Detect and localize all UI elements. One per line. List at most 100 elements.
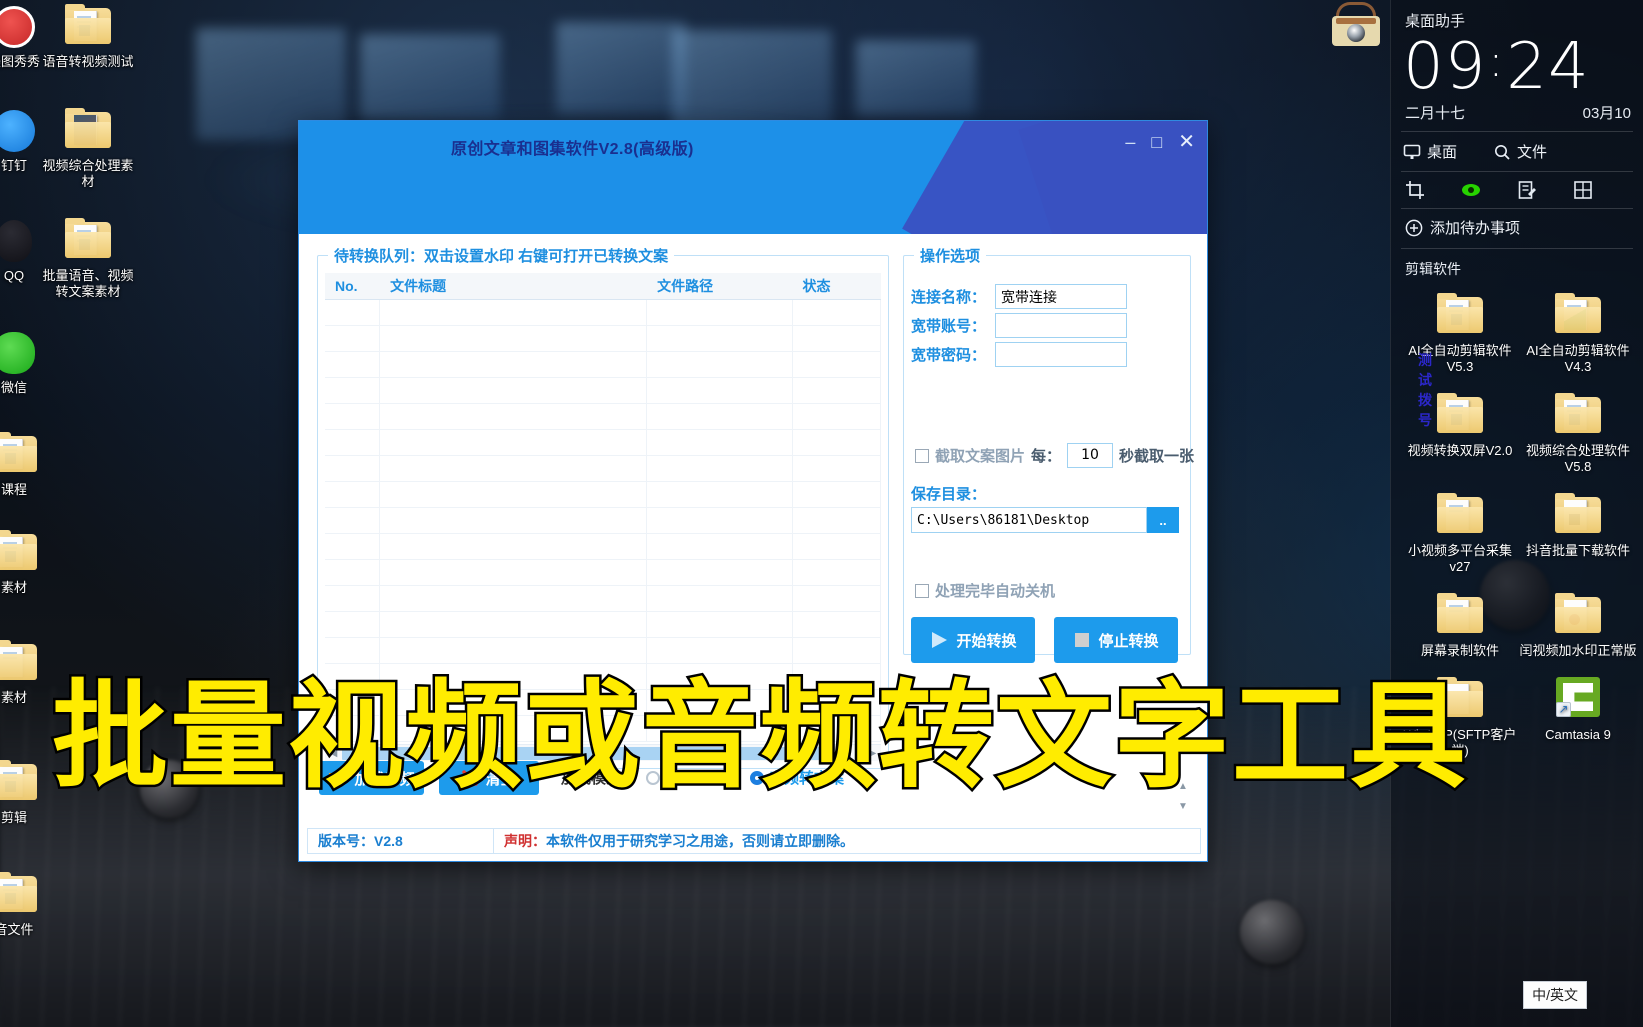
assistant-tools (1391, 172, 1643, 208)
desktop-icon-label: 音文件 (0, 922, 34, 937)
desktop-icon-audio-files[interactable]: 音文件 (0, 872, 62, 938)
table-row[interactable] (325, 430, 881, 456)
table-row[interactable] (325, 586, 881, 612)
video-caption-overlay: 批量视频或音频转文字工具 (50, 669, 1469, 804)
eye-icon[interactable] (1461, 180, 1481, 200)
table-row[interactable] (325, 612, 881, 638)
maximize-button[interactable]: □ (1151, 133, 1162, 151)
desktop-icon-label: 素材 (0, 580, 27, 595)
assistant-quick-links: 桌面 文件 (1391, 132, 1643, 171)
table-row[interactable] (325, 560, 881, 586)
grid-icon[interactable] (1573, 180, 1593, 200)
table-row[interactable] (325, 404, 881, 430)
folder-icon (1401, 589, 1519, 641)
assistant-folder-label: 抖音批量下载软件 (1525, 543, 1630, 558)
save-dir-input[interactable] (911, 507, 1147, 533)
clock-separator: : (1488, 36, 1505, 87)
table-row[interactable] (325, 482, 881, 508)
desktop-icon-label: 钉钉 (0, 158, 27, 173)
desktop-icon-wechat[interactable]: 微信 (0, 330, 62, 396)
note-icon[interactable] (1517, 180, 1537, 200)
desktop-icon-label: 视频综合处理素材 (42, 158, 134, 189)
plus-circle-icon (1405, 219, 1423, 236)
test-dial-link[interactable]: 测试拨号 (1418, 350, 1432, 430)
start-convert-button[interactable]: 开始转换 (911, 617, 1035, 663)
camera-ornament (1330, 0, 1382, 60)
clock-hours: 09 (1403, 30, 1487, 104)
table-row[interactable] (325, 378, 881, 404)
assistant-folder-item[interactable]: 抖音批量下载软件 (1519, 489, 1637, 575)
desktop-icon-voice-to-video-test[interactable]: 语音转视频测试 (40, 4, 136, 70)
lunar-date: 二月十七 (1405, 105, 1466, 122)
desktop-icon-batch-transcribe-materials[interactable]: 批量语音、视频转文案素材 (40, 218, 136, 300)
play-icon (932, 632, 948, 648)
column-header-no: No. (335, 278, 358, 294)
broadband-password-input[interactable] (995, 342, 1127, 367)
folder-icon (1519, 589, 1637, 641)
capture-image-checkbox[interactable] (915, 448, 929, 463)
close-button[interactable]: ✕ (1178, 132, 1195, 152)
add-todo-label: 添加待办事项 (1430, 220, 1521, 237)
assistant-folder-item[interactable]: 屏幕录制软件 (1401, 589, 1519, 659)
desktop-icon-label: 美图秀秀 (0, 54, 40, 69)
folder-icon (40, 4, 136, 50)
table-header-row: No. 文件标题 文件路径 状态 (325, 273, 881, 300)
table-row[interactable] (325, 534, 881, 560)
clock-minutes: 24 (1506, 30, 1590, 104)
quick-link-files[interactable]: 文件 (1493, 141, 1547, 162)
window-title: 原创文章和图集软件V2.8(高级版) (451, 141, 694, 158)
table-row[interactable] (325, 638, 881, 664)
options-legend: 操作选项 (920, 248, 981, 265)
desktop-icon-label: 批量语音、视频转文案素材 (42, 268, 134, 299)
folder-icon (1401, 489, 1519, 541)
desktop-icon-label: QQ (3, 268, 25, 283)
table-row[interactable] (325, 352, 881, 378)
background-knob (1240, 900, 1304, 964)
browse-button[interactable]: .. (1147, 507, 1179, 533)
assistant-folder-item[interactable]: 闰视频加水印正常版 (1519, 589, 1637, 659)
stop-convert-button[interactable]: 停止转换 (1054, 617, 1178, 663)
table-row[interactable] (325, 300, 881, 326)
table-row[interactable] (325, 456, 881, 482)
window-controls: – □ ✕ (1125, 132, 1195, 152)
folder-icon (1519, 389, 1637, 441)
crop-icon[interactable] (1405, 180, 1425, 200)
assistant-folder-item[interactable]: 视频综合处理软件V5.8 (1519, 389, 1637, 475)
quick-link-desktop[interactable]: 桌面 (1403, 141, 1457, 162)
disclaimer: 声明：本软件仅用于研究学习之用途，否则请立即删除。 (494, 831, 854, 851)
desktop-icon-course[interactable]: 课程 (0, 432, 62, 498)
assistant-folder-item[interactable]: 小视频多平台采集v27 (1401, 489, 1519, 575)
folder-icon (1519, 289, 1637, 341)
capture-interval-input[interactable]: 10 (1067, 443, 1114, 468)
broadband-account-row: 宽带账号： (911, 313, 1127, 338)
minimize-button[interactable]: – (1125, 133, 1135, 151)
version-label: 版本号：V2.8 (308, 829, 494, 853)
background-monitor (672, 30, 832, 134)
assistant-folder-item[interactable]: AI全自动剪辑软件V4.3 (1519, 289, 1637, 375)
desktop-icon-material-1[interactable]: 素材 (0, 530, 62, 596)
ime-indicator[interactable]: 中/英文 (1523, 981, 1587, 1009)
column-header-status: 状态 (802, 278, 831, 294)
capture-every-label: 每： (1031, 448, 1062, 465)
column-header-title: 文件标题 (390, 278, 447, 294)
desktop-icon-video-materials[interactable]: 视频综合处理素材 (40, 108, 136, 190)
auto-shutdown-checkbox[interactable] (915, 583, 929, 598)
auto-shutdown-row: 处理完毕自动关机 (915, 580, 1055, 601)
broadband-account-input[interactable] (995, 313, 1127, 338)
table-row[interactable] (325, 508, 881, 534)
wechat-icon (0, 330, 62, 376)
capture-image-row: 截取文案图片 每： 10 秒截取一张 (915, 443, 1194, 468)
disclaimer-label: 声明： (504, 833, 546, 849)
assistant-folder-label: 小视频多平台采集v27 (1407, 543, 1512, 574)
table-row[interactable] (325, 326, 881, 352)
folder-icon (1401, 289, 1519, 341)
connection-name-row: 连接名称： (911, 284, 1127, 309)
quick-link-label: 文件 (1517, 144, 1548, 161)
quick-link-label: 桌面 (1427, 144, 1458, 161)
search-icon (1495, 144, 1510, 160)
connection-name-input[interactable] (995, 284, 1127, 309)
folder-icon (0, 530, 62, 576)
add-todo-button[interactable]: 添加待办事项 (1391, 209, 1643, 248)
broadband-account-label: 宽带账号： (911, 318, 987, 335)
save-dir-row: .. (911, 507, 1179, 533)
